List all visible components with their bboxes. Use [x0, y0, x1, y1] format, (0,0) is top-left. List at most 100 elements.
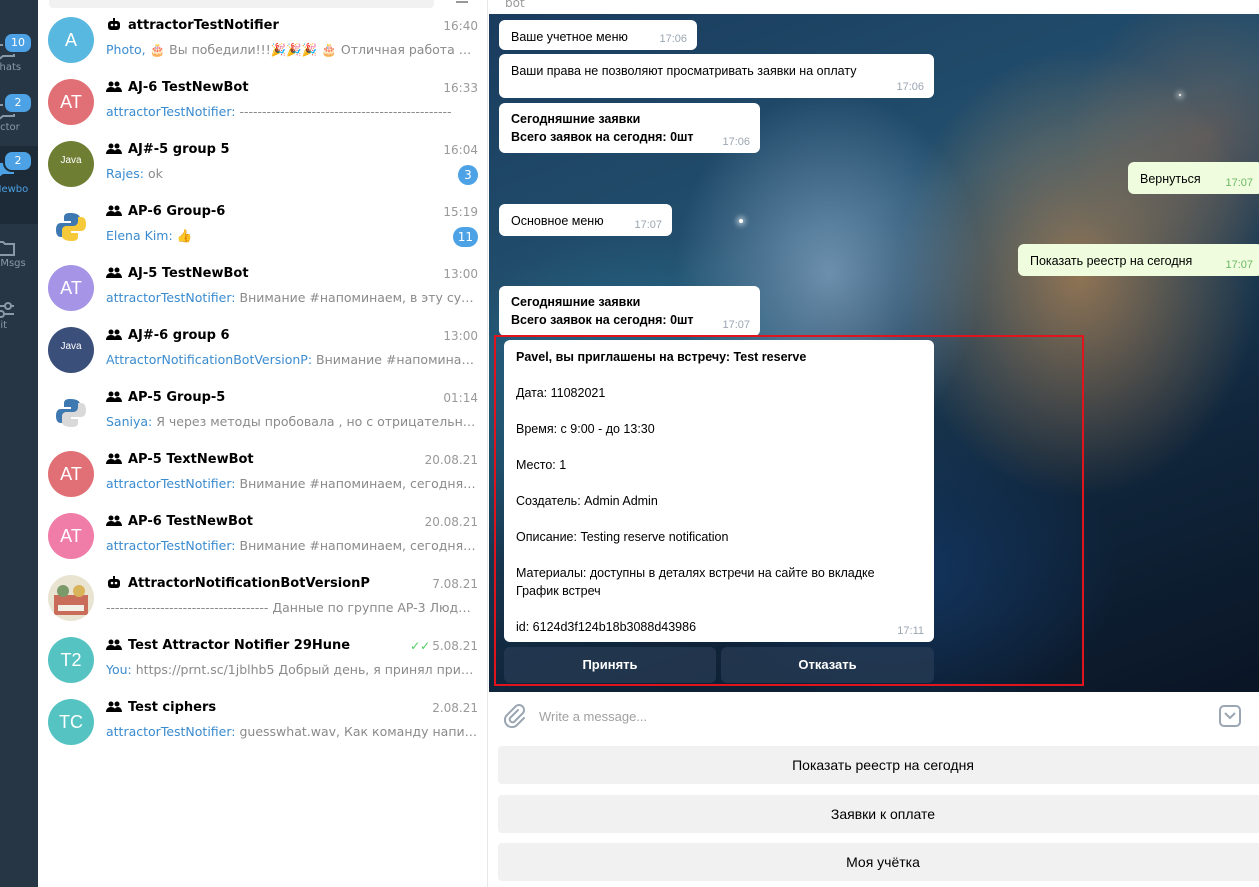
message-time: 17:07 — [1225, 259, 1253, 271]
chat-time: 16:40 — [443, 19, 478, 33]
group-icon — [106, 267, 122, 278]
invite-creator: Создатель: Admin Admin — [516, 494, 658, 508]
chat-time: ✓✓ 5.08.21 — [410, 639, 478, 653]
group-icon — [106, 205, 122, 216]
avatar — [48, 203, 94, 249]
message-bubble[interactable]: Ваше учетное меню 17:06 — [499, 20, 697, 50]
chat-sender: AttractorNotificationBotVersionP: — [106, 352, 313, 367]
group-icon — [106, 701, 122, 712]
chat-item[interactable]: AP-5 Group-5 01:14 Saniya: Я через метод… — [38, 380, 487, 442]
chat-name: AP-6 Group-6 — [128, 204, 226, 219]
invite-materials: Материалы: доступны в деталях встречи на… — [516, 566, 875, 580]
chat-sender: Saniya: — [106, 414, 153, 429]
meeting-invite-message[interactable]: Pavel, вы приглашены на встречу: Test re… — [504, 340, 934, 642]
search-input[interactable] — [49, 0, 434, 8]
folder-label: Newbo t — [0, 184, 29, 195]
chat-item[interactable]: AT AJ-5 TestNewBot 13:00 attractorTestNo… — [38, 256, 487, 318]
chat-name: AJ#-5 group 5 — [128, 142, 230, 157]
chat-preview: Я через методы пробовала , но с отрицате… — [152, 414, 478, 429]
chat-sender: attractorTestNotifier: — [106, 290, 236, 305]
chat-item[interactable]: A attractorTestNotifier 16:40 Photo, 🎂 В… — [38, 8, 487, 70]
invite-title: Pavel, вы приглашены на встречу: Test re… — [516, 350, 807, 364]
chat-sender: Rajes: — [106, 166, 144, 181]
chat-name: AP-6 TestNewBot — [128, 514, 253, 529]
message-bubble-outgoing[interactable]: Показать реестр на сегодня 17:07 — [1018, 244, 1259, 276]
chat-name: Test ciphers — [128, 700, 217, 715]
folder-all-chats[interactable]: 10 chats — [0, 28, 38, 88]
chat-name: AP-5 Group-5 — [128, 390, 226, 405]
chat-item[interactable]: AT AP-5 TextNewBot 20.08.21 attractorTes… — [38, 442, 487, 504]
chat-item[interactable]: AP-6 Group-6 15:19 Elena Kim: 👍 11 — [38, 194, 487, 256]
message-bubble[interactable]: Ваши права не позволяют просматривать за… — [499, 54, 934, 98]
message-time: 17:06 — [896, 81, 924, 93]
chat-preview: 👍 — [172, 228, 193, 243]
group-icon — [106, 143, 122, 154]
unread-badge: 2 — [3, 150, 33, 172]
avatar: AT — [48, 265, 94, 311]
chat-item[interactable]: Java AJ#-5 group 5 16:04 Rajes: ok 3 — [38, 132, 487, 194]
message-text: Показать реестр на сегодня — [1030, 254, 1193, 268]
folder-dmsgs[interactable]: dMsgs — [0, 224, 38, 284]
group-icon — [106, 639, 122, 650]
folder-sidebar: 10 chats 2 actor 2 Newbo t dMsgs dit — [0, 0, 38, 887]
chat-preview: ----------------------------------------… — [235, 104, 452, 119]
folder-edit[interactable]: dit — [0, 286, 38, 346]
message-text: Всего заявок на сегодня: 0шт — [511, 313, 694, 327]
chat-item[interactable]: AT AP-6 TestNewBot 20.08.21 attractorTes… — [38, 504, 487, 566]
chat-time: 01:14 — [443, 391, 478, 405]
chat-name: attractorTestNotifier — [128, 18, 279, 33]
message-bubble[interactable]: Основное меню 17:07 — [499, 204, 672, 236]
avatar: AT — [48, 79, 94, 125]
chat-item[interactable]: AttractorNotificationBotVersionP 7.08.21… — [38, 566, 487, 628]
chat-name: AJ#-6 group 6 — [128, 328, 230, 343]
message-time: 17:07 — [722, 319, 750, 331]
message-input[interactable] — [539, 704, 1139, 728]
folder-icon — [0, 241, 15, 256]
reply-keyboard-button[interactable]: Показать реестр на сегодня — [498, 746, 1259, 784]
folder-attractor[interactable]: 2 actor — [0, 88, 38, 148]
decline-button[interactable]: Отказать — [721, 647, 934, 683]
cartoon-avatar-icon — [54, 585, 88, 615]
chat-time: 16:04 — [443, 143, 478, 157]
paperclip-icon[interactable] — [503, 704, 525, 728]
message-bubble[interactable]: Сегодняшние заявки Всего заявок на сегод… — [499, 286, 760, 336]
python-logo-icon — [56, 399, 86, 427]
message-bubble-outgoing[interactable]: Вернуться 17:07 — [1128, 162, 1259, 194]
keyboard-toggle-icon[interactable] — [1219, 705, 1241, 727]
reply-keyboard-button[interactable]: Заявки к оплате — [498, 795, 1259, 833]
bot-icon — [108, 576, 120, 588]
invite-date: Дата: 11082021 — [516, 386, 606, 400]
chat-time: 2.08.21 — [432, 701, 478, 715]
chat-time: 13:00 — [443, 267, 478, 281]
chat-preview: ------------------------------------ Дан… — [106, 600, 478, 615]
group-icon — [106, 391, 122, 402]
group-icon — [106, 453, 122, 464]
avatar: Java — [48, 327, 94, 373]
star-decoration — [1179, 94, 1181, 96]
chat-preview: Внимание #напоминаем, сегодня (20... — [235, 538, 478, 553]
chevron-down-icon — [1224, 712, 1236, 720]
message-bubble[interactable]: Сегодняшние заявки Всего заявок на сегод… — [499, 103, 760, 153]
chat-title: bot — [505, 0, 525, 10]
filter-icon[interactable] — [456, 0, 468, 3]
chat-item[interactable]: Java AJ#-6 group 6 13:00 AttractorNotifi… — [38, 318, 487, 380]
message-text: Сегодняшние заявки — [511, 112, 641, 126]
chat-item[interactable]: TC Test ciphers 2.08.21 attractorTestNot… — [38, 690, 487, 752]
chat-area: bot Ваше учетное меню 17:06 Ваши права н… — [489, 0, 1259, 887]
chat-preview: Внимание #напоминаем, сегодня (20... — [235, 476, 478, 491]
unread-badge: 10 — [3, 32, 33, 54]
folder-testnewbot[interactable]: 2 Newbo t — [0, 146, 38, 224]
read-checkmark-icon: ✓✓ — [410, 639, 431, 653]
chat-sender: attractorTestNotifier: — [106, 104, 236, 119]
accept-button[interactable]: Принять — [504, 647, 716, 683]
chat-sender: attractorTestNotifier: — [106, 724, 236, 739]
chat-time: 13:00 — [443, 329, 478, 343]
group-icon — [106, 329, 122, 340]
reply-keyboard-button[interactable]: Моя учётка — [498, 843, 1259, 881]
chat-item[interactable]: T2 Test Attractor Notifier 29Hune ✓✓ 5.08… — [38, 628, 487, 690]
chat-item[interactable]: AT AJ-6 TestNewBot 16:33 attractorTestNo… — [38, 70, 487, 132]
chat-preview: guesswhat.wav, Как команду напиши... — [235, 724, 478, 739]
message-text: Сегодняшние заявки — [511, 295, 641, 309]
chat-list: A attractorTestNotifier 16:40 Photo, 🎂 В… — [38, 0, 488, 887]
invite-id: id: 6124d3f124b18b3088d43986 — [516, 620, 697, 634]
